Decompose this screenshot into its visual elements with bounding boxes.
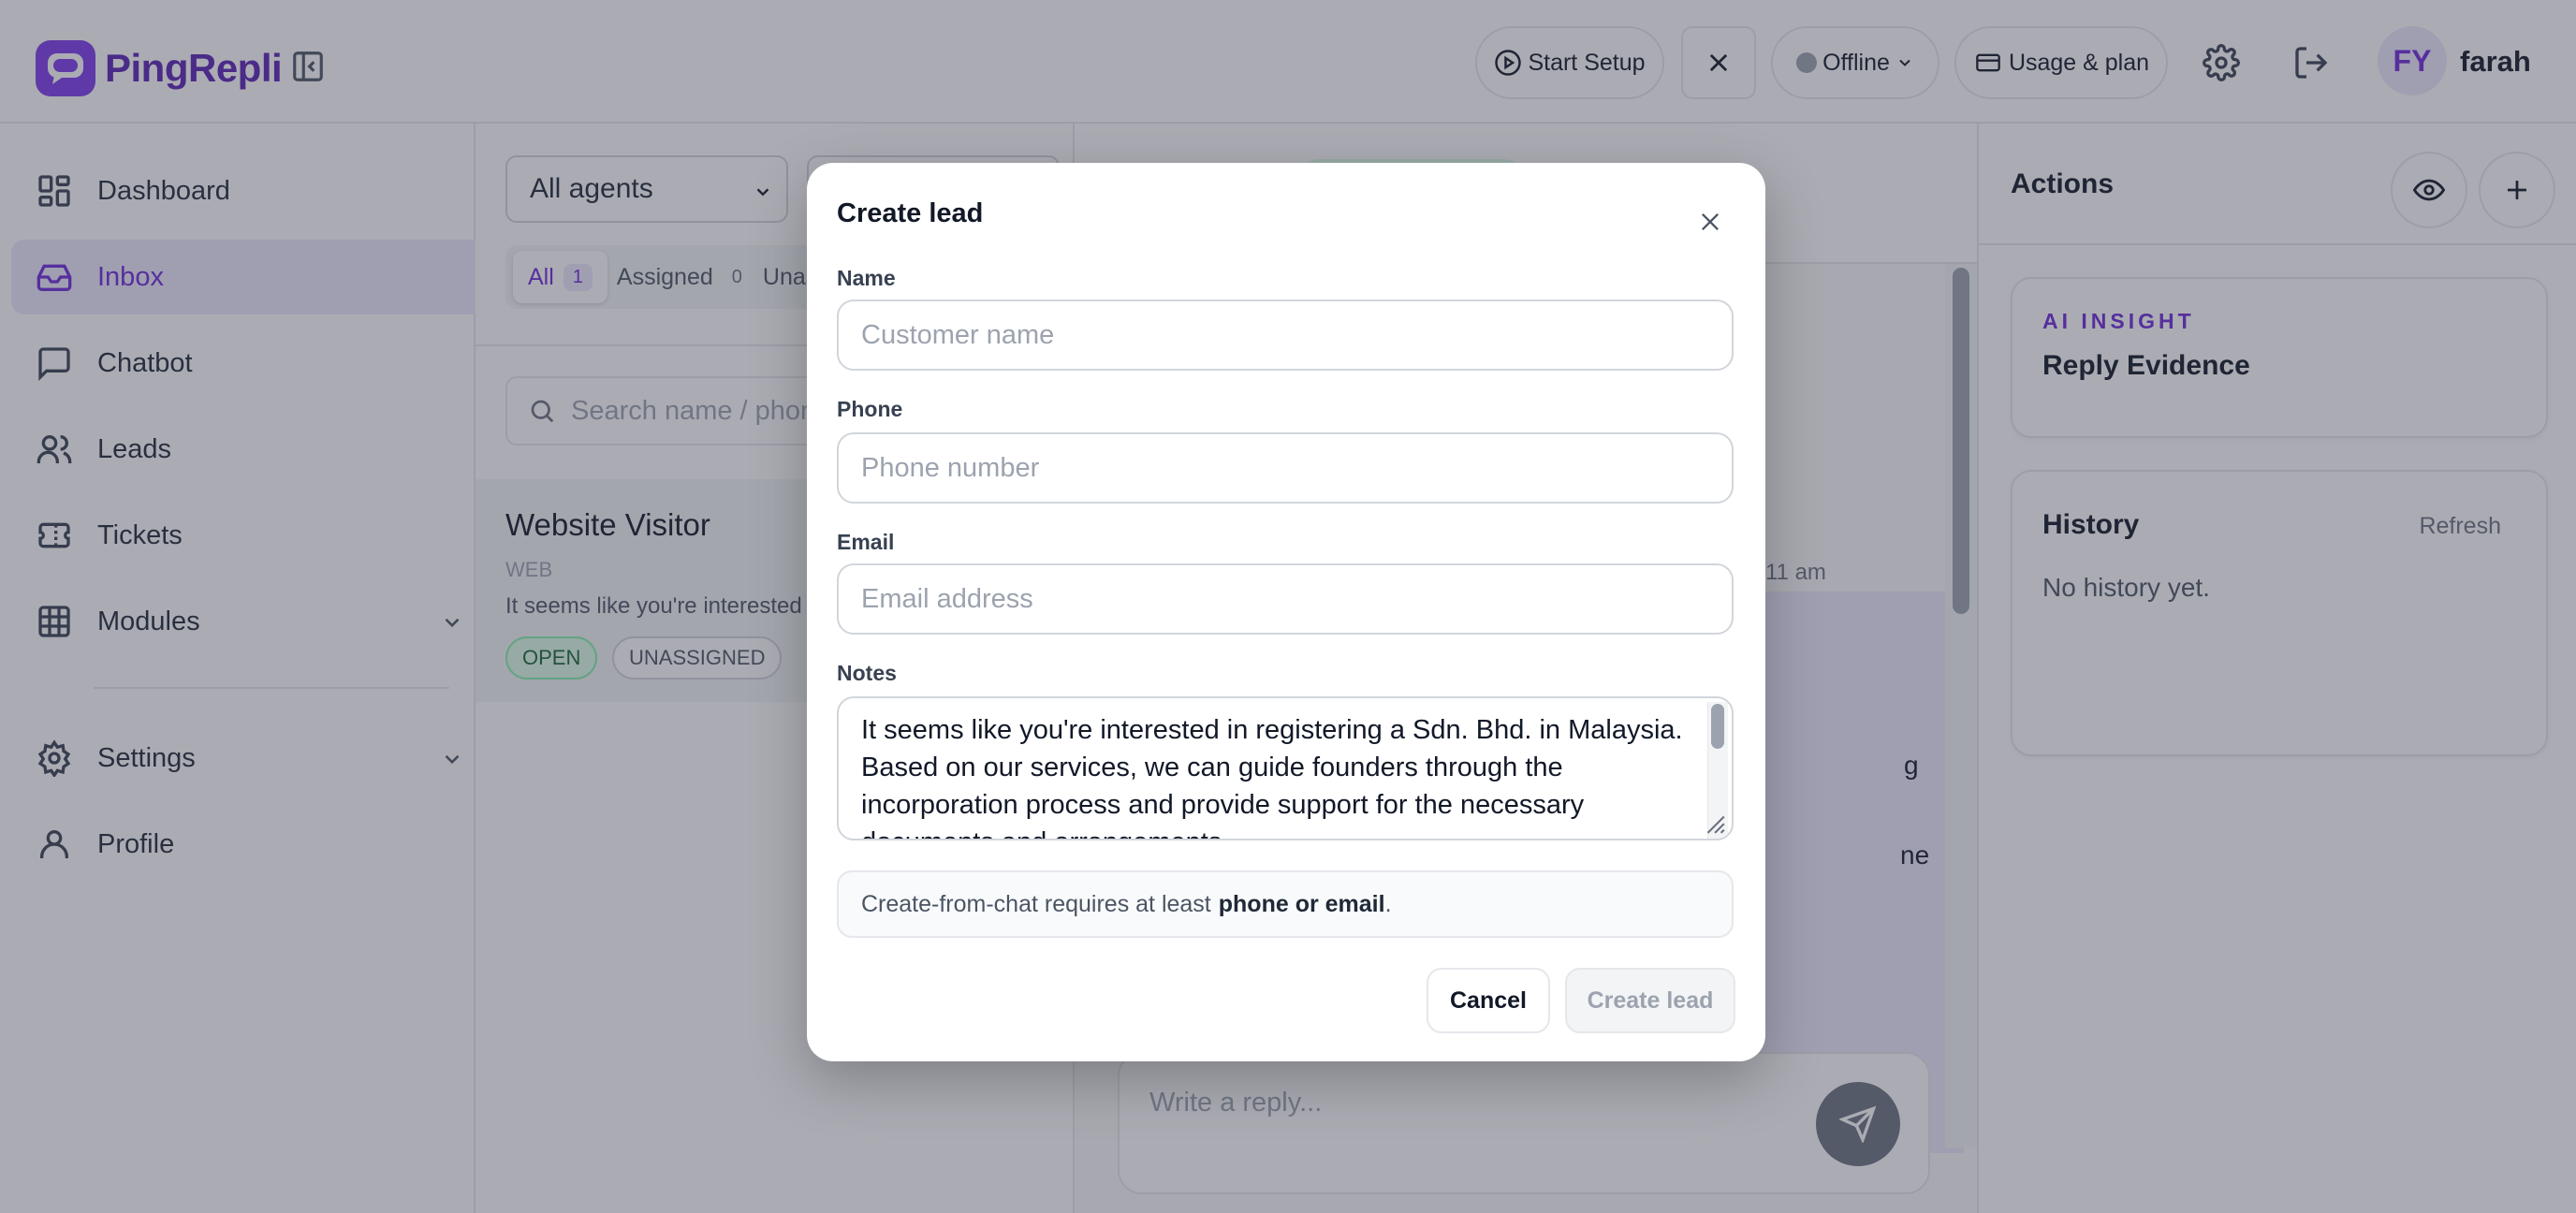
notes-scrollbar-thumb[interactable] (1711, 704, 1724, 749)
dialog-title: Create lead (837, 198, 984, 228)
name-field[interactable]: Customer name (837, 300, 1734, 371)
email-label: Email (837, 530, 895, 554)
cancel-button[interactable]: Cancel (1427, 968, 1550, 1033)
notes-value: It seems like you're interested in regis… (861, 715, 1683, 839)
phone-field[interactable]: Phone number (837, 432, 1734, 504)
phone-placeholder: Phone number (861, 452, 1040, 483)
phone-label: Phone (837, 397, 903, 421)
hint-emphasis: phone or email (1218, 890, 1385, 917)
notes-textarea[interactable]: It seems like you're interested in regis… (837, 696, 1734, 840)
requirement-hint: Create-from-chat requires at least phone… (837, 870, 1734, 938)
close-icon[interactable] (1687, 198, 1734, 245)
email-placeholder: Email address (861, 583, 1033, 614)
name-placeholder: Customer name (861, 319, 1055, 350)
hint-suffix: . (1384, 890, 1392, 917)
hint-prefix: Create-from-chat requires at least (861, 890, 1211, 917)
create-lead-button[interactable]: Create lead (1565, 968, 1735, 1033)
email-field[interactable]: Email address (837, 563, 1734, 635)
create-lead-dialog: Create lead Name Customer name Phone Pho… (807, 163, 1765, 1061)
notes-label: Notes (837, 661, 897, 685)
resize-handle-icon[interactable] (1702, 811, 1726, 835)
name-label: Name (837, 266, 896, 290)
